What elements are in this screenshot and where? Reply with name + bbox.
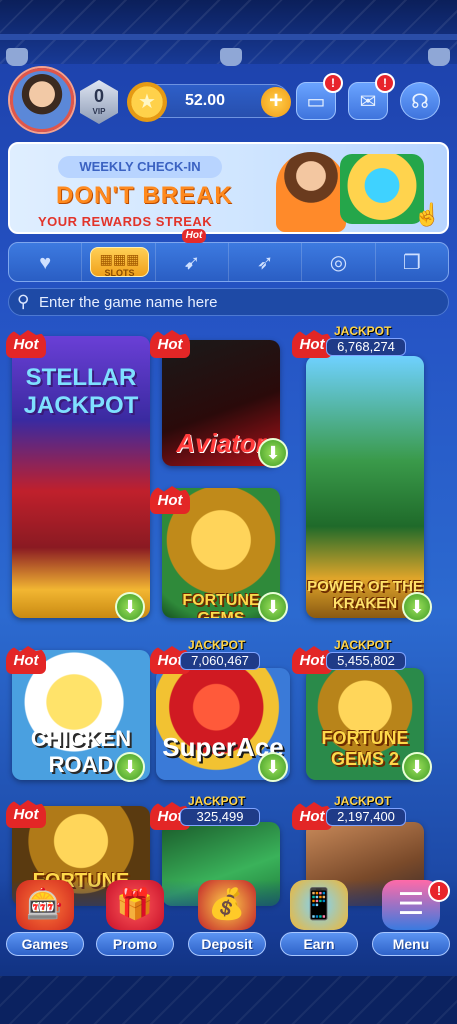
wallet-button[interactable]: ▭ ! xyxy=(296,73,343,120)
jackpot-counter: JACKPOT 7,060,467 xyxy=(150,638,260,674)
tab-crash[interactable]: ➶ xyxy=(229,243,303,281)
download-icon[interactable]: ⬇ xyxy=(258,752,288,782)
balance-bar: ★ 52.00 + xyxy=(127,82,291,122)
spotlight-icon xyxy=(6,48,28,66)
jackpot-label: JACKPOT xyxy=(188,794,246,808)
cards-icon: ❐ xyxy=(402,252,421,274)
hot-tag: Hot xyxy=(6,646,46,674)
search-input[interactable] xyxy=(39,291,439,313)
vip-label: VIP xyxy=(92,107,106,116)
hot-tag: Hot xyxy=(150,486,190,514)
tab-fishing[interactable]: Hot ➹ xyxy=(156,229,229,281)
slots-pill: ▦▦▦ SLOTS xyxy=(90,247,149,278)
hot-tag: Hot xyxy=(181,229,207,243)
support-button[interactable]: ☊ xyxy=(400,82,440,120)
jackpot-label: JACKPOT xyxy=(334,794,392,808)
banner-tag: WEEKLY CHECK-IN xyxy=(58,156,222,178)
nav-menu-label: Menu xyxy=(372,932,450,956)
game-tile-power-of-the-kraken[interactable]: POWER OF THE KRAKEN xyxy=(306,356,424,618)
hot-tag: Hot xyxy=(6,800,46,828)
jackpot-value: 7,060,467 xyxy=(180,652,260,670)
jackpot-label: JACKPOT xyxy=(334,638,392,652)
game-tile-stellar-jackpot[interactable]: STELLAR JACKPOT xyxy=(12,336,150,618)
jackpot-value: 325,499 xyxy=(180,808,260,826)
phone-coins-icon: 📱 xyxy=(290,880,348,930)
balance-amount: 52.00 xyxy=(185,92,226,109)
nav-promo-label: Promo xyxy=(96,932,174,956)
download-icon[interactable]: ⬇ xyxy=(115,752,145,782)
spotlight-icon xyxy=(220,48,242,66)
rocket-icon: ➶ xyxy=(256,252,274,274)
tab-table[interactable]: ◎ xyxy=(302,243,376,281)
hot-tag: Hot xyxy=(6,330,46,358)
coin-icon: ★ xyxy=(127,82,167,122)
banner-treasure-illustration xyxy=(340,154,424,224)
fish-icon: ➹ xyxy=(183,252,201,274)
mail-alert-badge: ! xyxy=(375,73,395,93)
menu-alert-badge: ! xyxy=(428,880,450,902)
wallet-alert-badge: ! xyxy=(323,73,343,93)
mail-icon: ✉ xyxy=(359,91,377,113)
vip-badge[interactable]: 0 VIP xyxy=(80,80,118,124)
tab-cards[interactable]: ❐ xyxy=(376,243,448,281)
hot-tag: Hot xyxy=(150,330,190,358)
jackpot-value: 6,768,274 xyxy=(326,338,406,356)
tab-slots[interactable]: ▦▦▦ SLOTS xyxy=(82,243,156,281)
download-icon[interactable]: ⬇ xyxy=(258,438,288,468)
wallet-icon: ▭ xyxy=(306,91,326,113)
download-icon[interactable]: ⬇ xyxy=(115,592,145,622)
nav-deposit[interactable]: 💰 Deposit xyxy=(184,880,270,960)
user-avatar[interactable] xyxy=(10,68,74,132)
category-tabs: ♥ ▦▦▦ SLOTS Hot ➹ ➶ ◎ ❐ xyxy=(8,229,449,282)
nav-promo[interactable]: 🎁 Promo xyxy=(92,880,178,960)
stage-rigging-decoration xyxy=(0,0,457,66)
banner-subline: YOUR REWARDS STREAK xyxy=(38,214,213,229)
add-funds-button[interactable]: + xyxy=(261,87,291,117)
headset-icon: ☊ xyxy=(411,91,429,113)
jackpot-label: JACKPOT xyxy=(188,638,246,652)
jackpot-label: JACKPOT xyxy=(334,324,392,338)
treasure-chest-icon: 💰 xyxy=(198,880,256,930)
nav-earn-label: Earn xyxy=(280,932,358,956)
spotlight-icon xyxy=(428,48,450,66)
pointer-hand-icon: ☝ xyxy=(413,202,441,227)
download-icon[interactable]: ⬇ xyxy=(402,752,432,782)
tab-favorites[interactable]: ♥ xyxy=(9,243,83,281)
nav-earn[interactable]: 📱 Earn xyxy=(276,880,362,960)
weekly-checkin-banner[interactable]: WEEKLY CHECK-IN DON'T BREAK YOUR REWARDS… xyxy=(8,142,449,234)
nav-games-label: Games xyxy=(6,932,84,956)
stage-floor-decoration xyxy=(0,976,457,1024)
banner-character-illustration xyxy=(276,152,346,232)
nav-games[interactable]: 🎰 Games xyxy=(2,880,88,960)
jackpot-value: 5,455,802 xyxy=(326,652,406,670)
search-icon: ⚲ xyxy=(17,292,30,311)
rigging-beam xyxy=(0,34,457,40)
jackpot-value: 2,197,400 xyxy=(326,808,406,826)
nav-menu[interactable]: ☰ ! Menu xyxy=(368,880,454,960)
jackpot-counter: JACKPOT 6,768,274 xyxy=(296,324,406,360)
banner-headline: DON'T BREAK xyxy=(56,182,233,209)
slot-machine-icon: 🎰 xyxy=(16,880,74,930)
game-search: ⚲ xyxy=(8,288,449,316)
download-icon[interactable]: ⬇ xyxy=(402,592,432,622)
vip-level: 0 xyxy=(93,86,104,106)
gift-icon: 🎁 xyxy=(106,880,164,930)
jackpot-counter: JACKPOT 325,499 xyxy=(150,794,260,830)
nav-deposit-label: Deposit xyxy=(188,932,266,956)
jackpot-counter: JACKPOT 5,455,802 xyxy=(296,638,406,674)
heart-icon: ♥ xyxy=(39,252,52,274)
top-header: 0 VIP ★ 52.00 + ▭ ! ✉ ! ☊ xyxy=(0,66,457,136)
slot-machine-icon: ▦▦▦ xyxy=(99,251,140,267)
roulette-icon: ◎ xyxy=(329,252,348,274)
game-title: STELLAR JACKPOT xyxy=(23,364,139,419)
download-icon[interactable]: ⬇ xyxy=(258,592,288,622)
jackpot-counter: JACKPOT 2,197,400 xyxy=(296,794,406,830)
mail-button[interactable]: ✉ ! xyxy=(348,73,395,120)
